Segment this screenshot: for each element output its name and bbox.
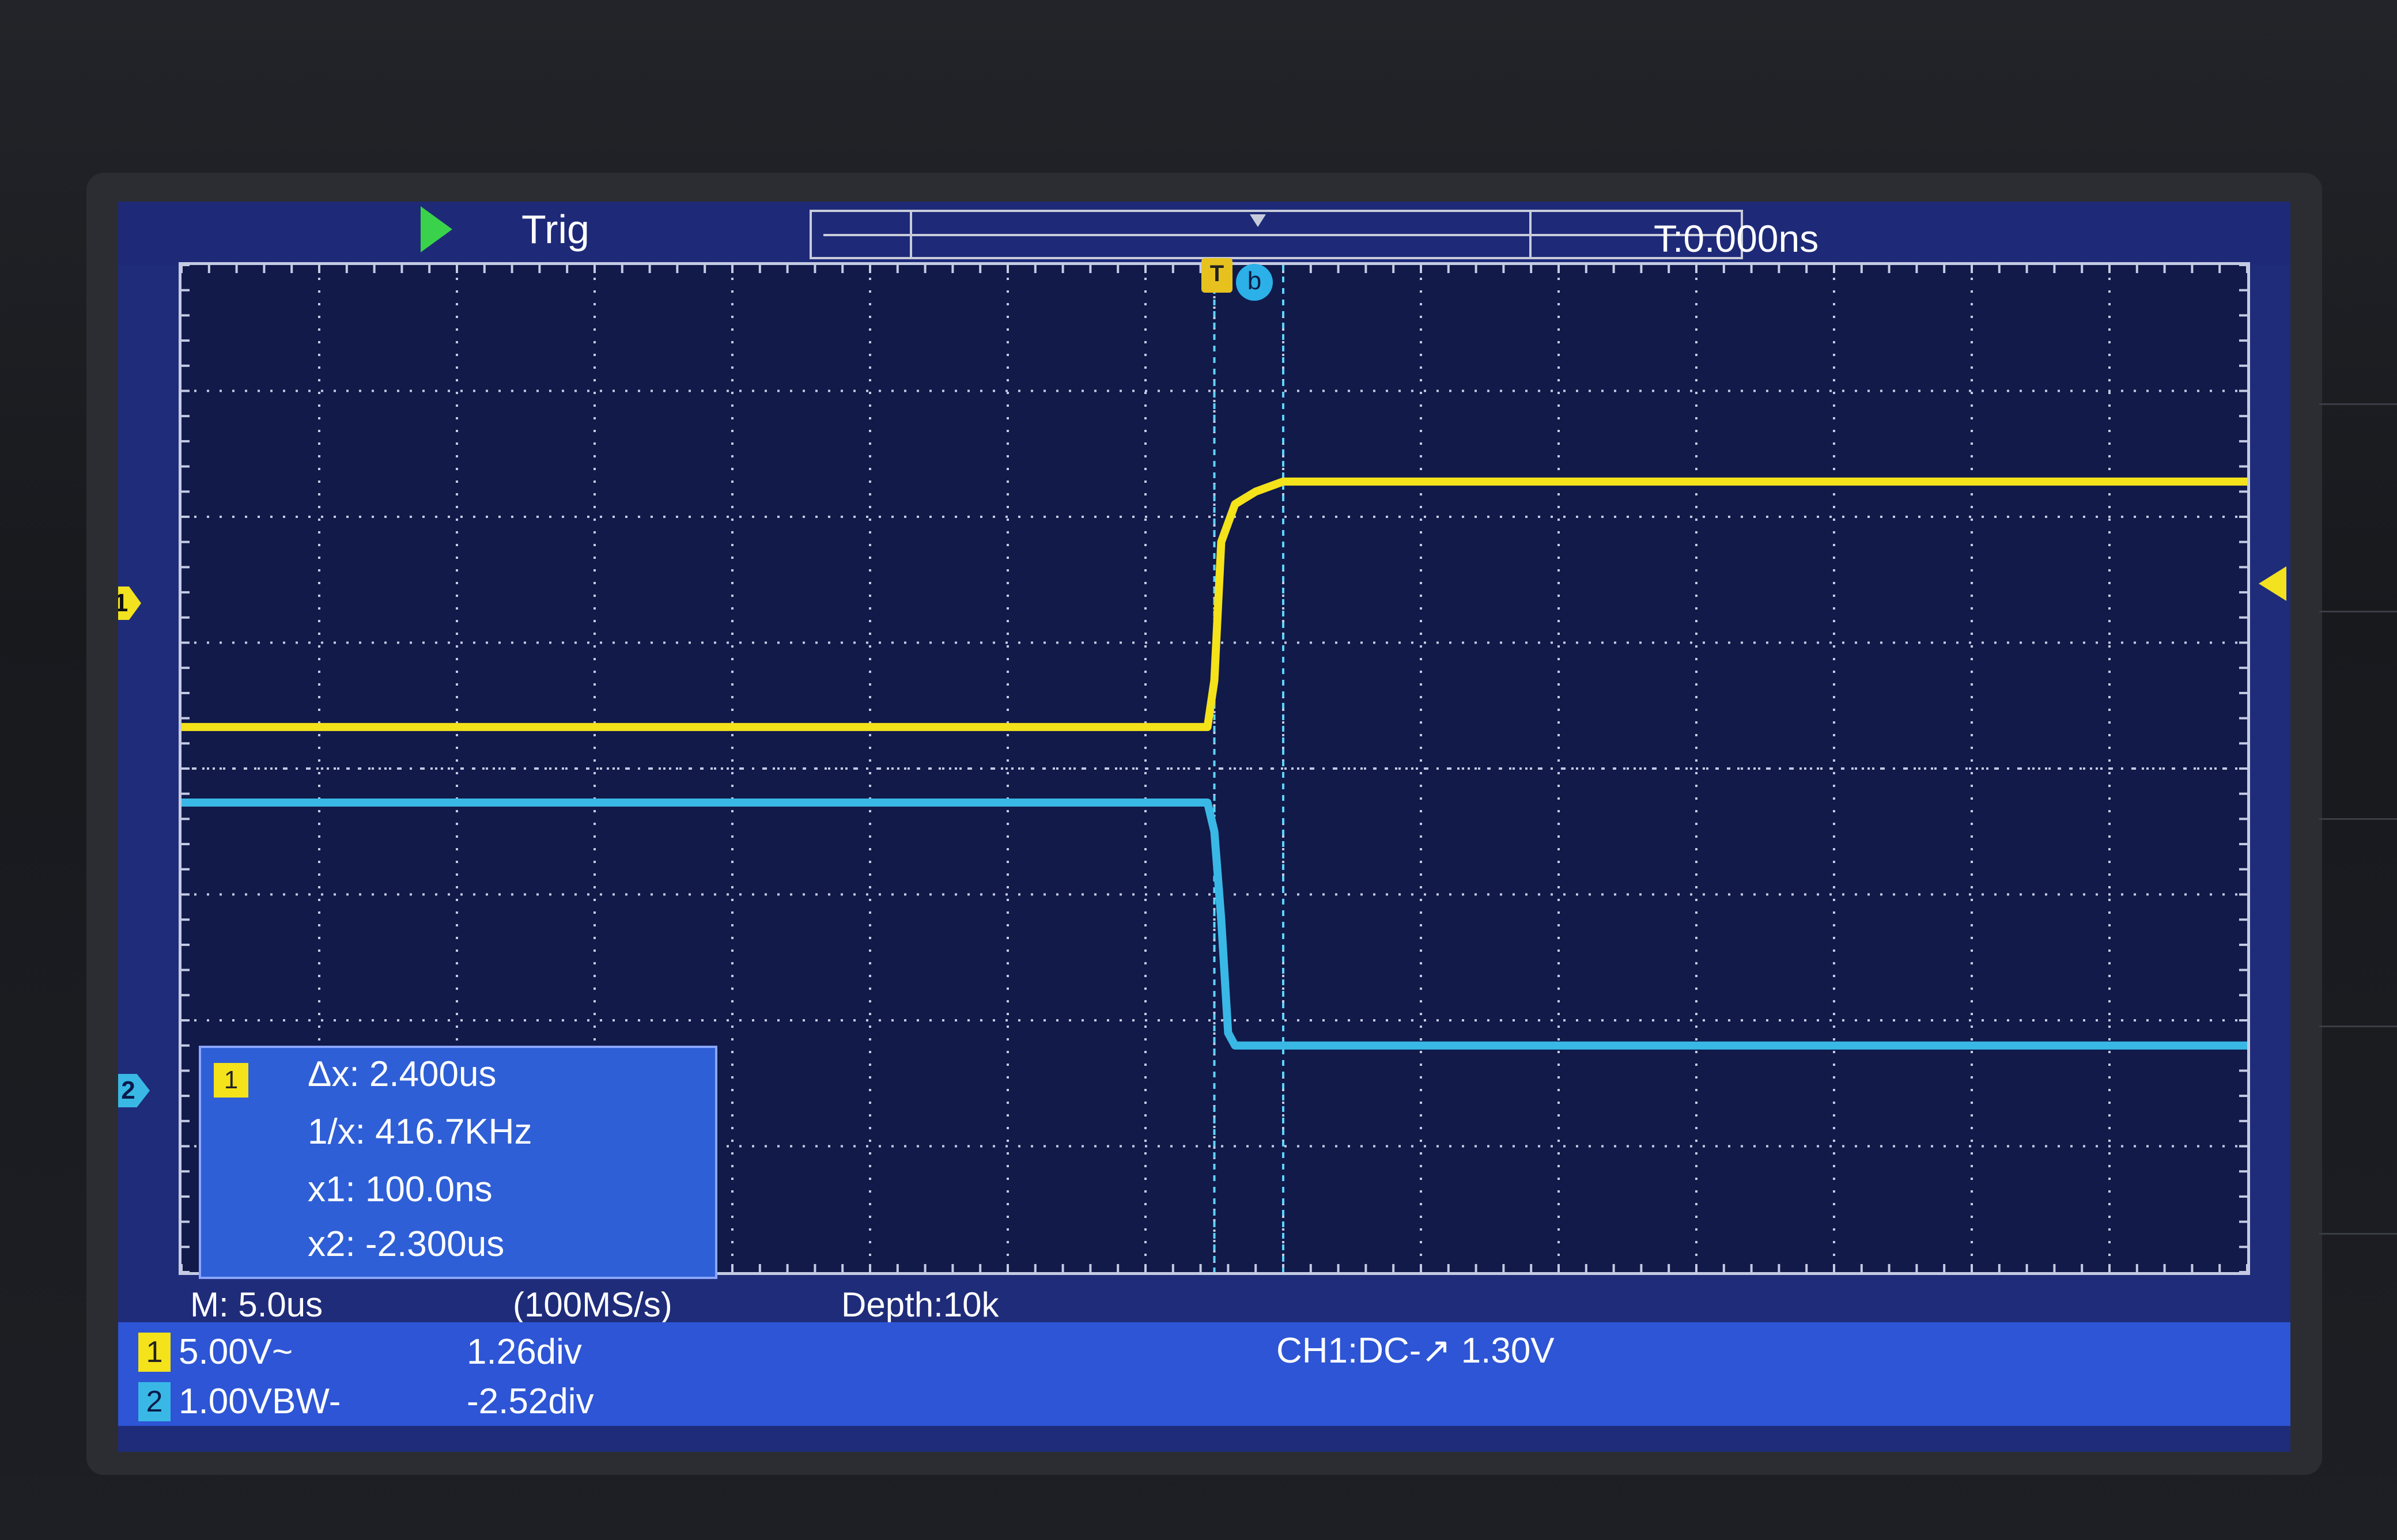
memory-window-left-icon [910,212,912,257]
trigger-point-marker[interactable]: T [1201,258,1232,293]
trigger-position-icon [1250,214,1266,227]
x2-readout: x2: -2.300us [308,1224,505,1264]
channel-status-bar: 1 5.00V~ 1.26div 2 1.00VBW- -2.52div CH1… [118,1322,2290,1426]
ch2-position: -2.52div [467,1382,594,1421]
ch2-status[interactable]: 2 1.00VBW- -2.52div [138,1379,594,1425]
memory-window-right-icon [1529,212,1532,257]
cursor-measurement-panel: 1 Δx: 2.400us 1/x: 416.7KHz x1: 100.0ns … [199,1046,717,1279]
softkey-divider [2319,1233,2397,1235]
ch1-badge: 1 [138,1332,171,1372]
cursor-b-marker[interactable]: b [1236,264,1273,301]
softkey-divider [2319,818,2397,820]
time-offset: T:0.000ns [1654,217,1819,260]
inverse-x-readout: 1/x: 416.7KHz [308,1112,532,1152]
top-status-bar: Trig T:0.000ns [118,202,2290,265]
ch2-badge: 2 [138,1382,171,1421]
run-status-icon [421,206,452,252]
timebase-readout: M: 5.0us [190,1285,323,1324]
memory-bar-line [823,234,1729,236]
memory-position-bar[interactable] [810,210,1743,259]
trigger-settings: CH1:DC-↗ 1.30V [1276,1331,1555,1371]
softkey-column [2319,403,2397,1440]
acquisition-status: M: 5.0us (100MS/s) Depth:10k [118,1285,2290,1324]
measure-channel-badge: 1 [214,1063,248,1098]
ch1-offset-marker[interactable]: 1 [118,587,141,620]
softkey-divider [2319,403,2397,405]
sample-rate-readout: (100MS/s) [513,1285,672,1324]
memory-depth-readout: Depth:10k [841,1285,999,1324]
ch1-trace [182,477,2247,731]
x1-readout: x1: 100.0ns [308,1170,493,1209]
trigger-status: Trig [521,207,589,252]
softkey-divider [2319,1026,2397,1027]
delta-x-readout: Δx: 2.400us [308,1054,497,1094]
ch2-scale: 1.00VBW- [179,1382,341,1421]
ch1-scale: 5.00V~ [179,1332,293,1372]
ch1-status[interactable]: 1 5.00V~ 1.26div [138,1329,582,1375]
ch1-position: 1.26div [467,1332,582,1372]
scope-screen: Trig T:0.000ns 1 2 T b 1 Δx: 2.400us 1/x… [118,202,2290,1452]
trigger-level-marker[interactable] [2259,566,2286,601]
softkey-divider [2319,611,2397,612]
ch2-offset-marker[interactable]: 2 [118,1074,150,1107]
